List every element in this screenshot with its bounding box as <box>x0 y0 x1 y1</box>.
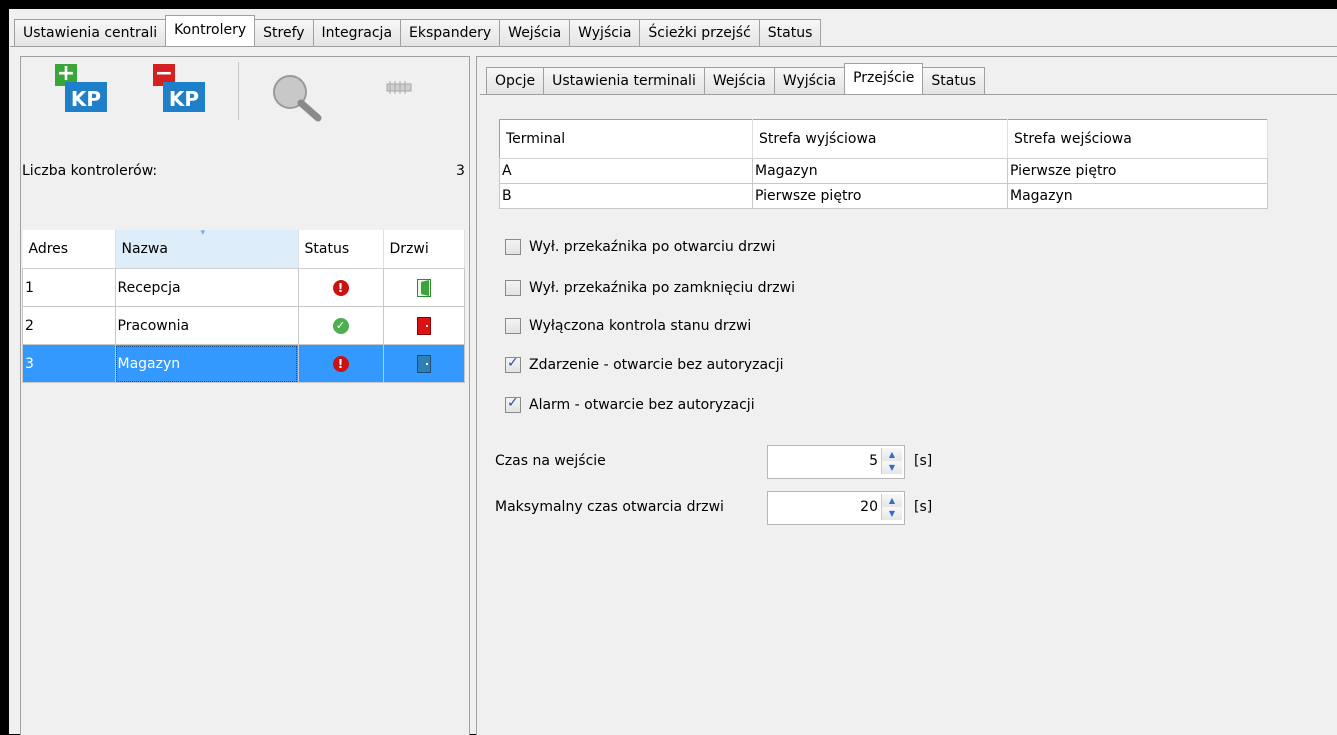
search-controllers-button[interactable] <box>270 72 322 122</box>
checkbox-box[interactable] <box>505 395 521 413</box>
tab-kontrolery[interactable]: Kontrolery <box>165 15 256 46</box>
column-header-nazwa[interactable]: Nazwa ▾ <box>115 228 299 269</box>
entry-time-label: Czas na wejście <box>495 453 606 469</box>
checkbox-label: Wyłączona kontrola stanu drzwi <box>529 318 752 334</box>
tab-ustawienia-centrali[interactable]: Ustawienia centrali <box>14 19 167 46</box>
cell-nazwa: Magazyn <box>114 344 299 383</box>
checkbox-relay-off-after-open[interactable]: Wył. przekaźnika po otwarciu drzwi <box>505 239 775 255</box>
checkbox-label: Alarm - otwarcie bez autoryzacji <box>529 397 755 413</box>
tab-strefy[interactable]: Strefy <box>254 19 314 46</box>
column-header-strefa-wejsciowa[interactable]: Strefa wejściowa <box>1007 119 1268 159</box>
tab-integracja[interactable]: Integracja <box>312 19 402 46</box>
cell-strefa-wejsciowa[interactable]: Magazyn <box>1007 183 1268 209</box>
column-header-drzwi[interactable]: Drzwi <box>383 230 465 269</box>
cell-strefa-wyjsciowa[interactable]: Magazyn <box>752 158 1008 184</box>
spinner-buttons: ▲ ▼ <box>881 494 902 520</box>
checkbox-label: Wył. przekaźnika po otwarciu drzwi <box>529 239 776 255</box>
ok-status-icon: ✓ <box>332 318 349 334</box>
cell-drzwi <box>382 268 465 307</box>
details-tabbar: Opcje Ustawienia terminali Wejścia Wyjśc… <box>486 62 986 94</box>
cell-strefa-wyjsciowa[interactable]: Pierwsze piętro <box>752 183 1008 209</box>
checkbox-alarm-unauthorized-open[interactable]: Alarm - otwarcie bez autoryzacji <box>505 395 755 413</box>
table-row-selected[interactable]: 3 Magazyn ! <box>22 344 465 383</box>
tab-wyjscia[interactable]: Wyjścia <box>569 19 641 46</box>
table-row[interactable]: 2 Pracownia ✓ <box>22 306 465 345</box>
subtab-status[interactable]: Status <box>922 67 986 94</box>
error-status-icon: ! <box>332 355 349 372</box>
checkbox-relay-off-after-close[interactable]: Wył. przekaźnika po zamknięciu drzwi <box>505 280 795 296</box>
checkbox-label: Zdarzenie - otwarcie bez autoryzacji <box>529 357 784 373</box>
door-open-icon <box>416 278 431 297</box>
subtab-przejscie[interactable]: Przejście <box>844 63 924 94</box>
error-status-icon: ! <box>332 279 349 296</box>
spin-down-icon[interactable]: ▼ <box>882 507 902 520</box>
entry-time-spinner[interactable]: 5 ▲ ▼ <box>767 445 905 479</box>
spin-up-icon[interactable]: ▲ <box>882 494 902 507</box>
toolbar-separator <box>238 62 239 120</box>
add-controller-button[interactable]: + KP <box>55 63 107 116</box>
max-open-time-unit: [s] <box>914 499 933 515</box>
sort-indicator-icon: ▾ <box>200 228 206 238</box>
table-row[interactable]: 1 Recepcja ! <box>22 268 465 307</box>
checkbox-door-state-control-off[interactable]: Wyłączona kontrola stanu drzwi <box>505 318 751 334</box>
max-open-time-value[interactable]: 20 <box>860 499 878 515</box>
cell-drzwi <box>382 306 465 345</box>
subtab-opcje[interactable]: Opcje <box>486 67 545 94</box>
tab-status[interactable]: Status <box>758 19 822 46</box>
entry-time-unit: [s] <box>914 453 933 469</box>
cell-adres: 1 <box>22 268 116 307</box>
table-row[interactable]: B Pierwsze piętro Magazyn <box>499 183 1268 209</box>
entry-time-value[interactable]: 5 <box>869 453 878 469</box>
column-header-nazwa-label: Nazwa <box>121 241 168 257</box>
module-icon <box>386 83 412 92</box>
details-tabbar-divider <box>480 94 1337 95</box>
cell-status: ! <box>297 268 384 307</box>
subtab-wejscia[interactable]: Wejścia <box>703 67 775 94</box>
keypad-icon: KP <box>65 82 107 112</box>
keypad-icon: KP <box>163 82 205 112</box>
column-header-terminal[interactable]: Terminal <box>499 119 753 159</box>
cell-status: ✓ <box>297 306 384 345</box>
table-row[interactable]: A Magazyn Pierwsze piętro <box>499 158 1268 184</box>
cell-adres: 2 <box>22 306 116 345</box>
controllers-table: Adres Nazwa ▾ Status Drzwi 1 Recepcja ! 2… <box>22 228 465 383</box>
spin-up-icon[interactable]: ▲ <box>882 448 902 461</box>
tab-wejscia[interactable]: Wejścia <box>499 19 571 46</box>
controller-count-label: Liczba kontrolerów: <box>22 163 158 179</box>
spinner-buttons: ▲ ▼ <box>881 448 902 474</box>
door-closed-icon <box>416 354 431 373</box>
terminals-table: Terminal Strefa wyjściowa Strefa wejścio… <box>499 119 1268 209</box>
cell-terminal: B <box>499 183 753 209</box>
checkbox-box[interactable] <box>505 355 521 373</box>
subtab-ustawienia-terminali[interactable]: Ustawienia terminali <box>543 67 705 94</box>
checkbox-box[interactable] <box>505 239 521 255</box>
checkbox-box[interactable] <box>505 318 521 334</box>
cell-adres: 3 <box>22 344 116 383</box>
controller-count-value: 3 <box>456 163 465 179</box>
module-button[interactable] <box>385 80 413 96</box>
cell-nazwa: Recepcja <box>114 268 299 307</box>
checkbox-event-unauthorized-open[interactable]: Zdarzenie - otwarcie bez autoryzacji <box>505 355 784 373</box>
cell-status: ! <box>297 344 384 383</box>
cell-nazwa: Pracownia <box>114 306 299 345</box>
tab-ekspandery[interactable]: Ekspandery <box>400 19 501 46</box>
max-open-time-spinner[interactable]: 20 ▲ ▼ <box>767 491 905 525</box>
column-header-strefa-wyjsciowa[interactable]: Strefa wyjściowa <box>752 119 1008 159</box>
controllers-panel <box>20 56 470 735</box>
remove-controller-button[interactable]: − KP <box>153 63 205 116</box>
max-open-time-label: Maksymalny czas otwarcia drzwi <box>495 499 724 515</box>
subtab-wyjscia[interactable]: Wyjścia <box>773 67 846 94</box>
column-header-status[interactable]: Status <box>298 230 384 269</box>
checkbox-label: Wył. przekaźnika po zamknięciu drzwi <box>529 280 795 296</box>
cell-drzwi <box>382 344 465 383</box>
tab-sciezki-przejsc[interactable]: Ścieżki przejść <box>639 19 760 46</box>
spin-down-icon[interactable]: ▼ <box>882 461 902 474</box>
cell-terminal: A <box>499 158 753 184</box>
cell-strefa-wejsciowa[interactable]: Pierwsze piętro <box>1007 158 1268 184</box>
tabbar-divider <box>10 46 1337 47</box>
main-tabbar: Ustawienia centrali Kontrolery Strefy In… <box>14 15 822 46</box>
column-header-adres[interactable]: Adres <box>22 230 116 269</box>
checkbox-box[interactable] <box>505 280 521 296</box>
door-closed-alarm-icon <box>416 316 431 335</box>
